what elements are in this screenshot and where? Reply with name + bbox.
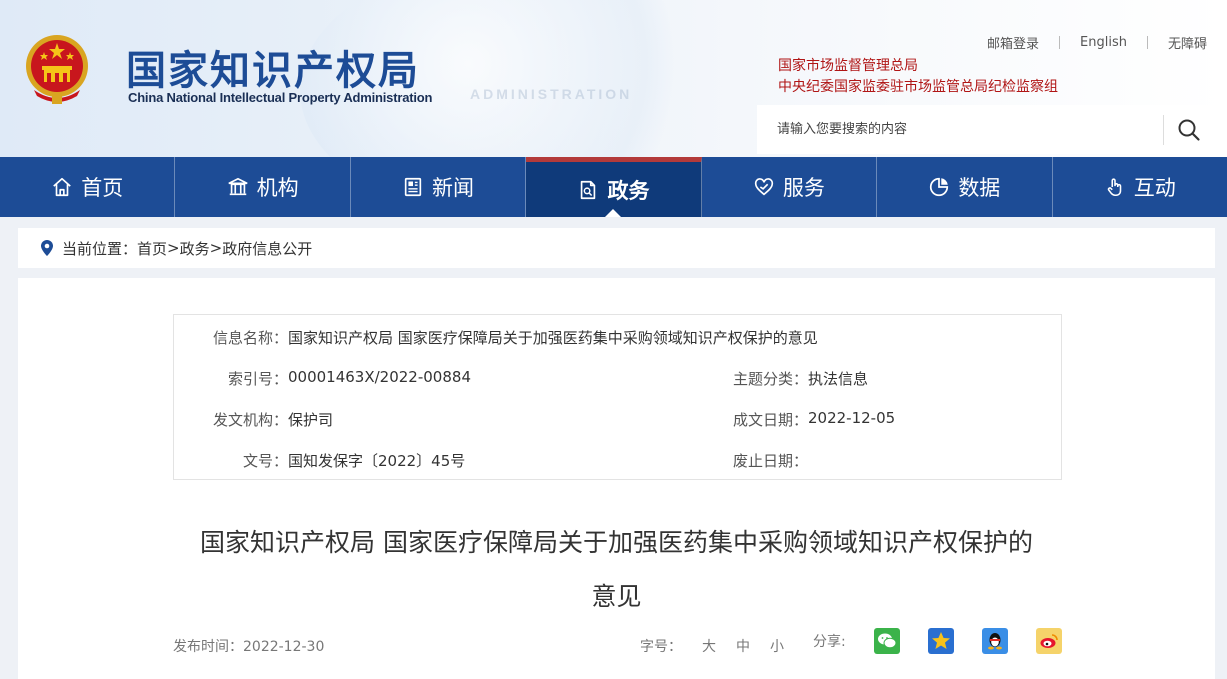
info-value: 2022-12-05 [808, 409, 896, 427]
info-row-date: 成文日期： 2022-12-05 [694, 409, 895, 430]
info-row-issuer: 发文机构： 保护司 [174, 409, 333, 430]
home-icon [53, 177, 72, 197]
discipline-inspection-link[interactable]: 中央纪委国家监委驻市场监管总局纪检监察组 [778, 77, 1058, 98]
info-key: 主题分类： [732, 370, 808, 388]
breadcrumb-separator: > [167, 239, 180, 257]
samr-link[interactable]: 国家市场监督管理总局 [778, 56, 1058, 77]
nav-item-service[interactable]: 服务 [702, 157, 878, 217]
top-links: 邮箱登录 English 无障碍 [977, 33, 1217, 52]
service-icon [754, 178, 773, 196]
nav-item-interaction[interactable]: 互动 [1053, 157, 1227, 217]
info-value: 保护司 [288, 411, 334, 429]
info-row-docno: 文号： 国知发保字〔2022〕45号 [174, 450, 465, 471]
nav-label: 新闻 [432, 176, 475, 200]
info-key: 成文日期： [732, 411, 808, 429]
info-row-expiry: 废止日期： [694, 450, 808, 471]
nav-label: 服务 [782, 176, 825, 200]
nav-item-government-affairs[interactable]: 政务 [526, 157, 702, 217]
article-title: 国家知识产权局 国家医疗保障局关于加强医药集中采购领域知识产权保护的 意见 [18, 516, 1215, 624]
article-title-line: 意见 [591, 582, 642, 611]
search-divider [1163, 115, 1164, 145]
publish-date: 2022-12-30 [243, 639, 325, 655]
info-key: 文号： [242, 452, 288, 470]
info-row-name: 信息名称： 国家知识产权局 国家医疗保障局关于加强医药集中采购领域知识产权保护的… [174, 327, 818, 348]
nav-label: 机构 [256, 176, 299, 200]
national-emblem-icon[interactable] [22, 30, 92, 106]
font-size-small[interactable]: 小 [770, 636, 784, 656]
info-value: 执法信息 [808, 370, 869, 388]
article-title-line: 国家知识产权局 国家医疗保障局关于加强医药集中采购领域知识产权保护的 [200, 528, 1033, 557]
header-deco-text: ADMINISTRATION [470, 86, 633, 102]
document-icon [581, 180, 596, 199]
publish-time: 发布时间：2022-12-30 [173, 636, 324, 656]
qq-penguin-icon [987, 633, 1002, 650]
info-key: 发文机构： [212, 411, 288, 429]
info-value: 国家知识产权局 国家医疗保障局关于加强医药集中采购领域知识产权保护的意见 [288, 329, 818, 347]
weibo-share-button[interactable] [1035, 628, 1062, 654]
breadcrumb-separator: > [209, 239, 223, 257]
interaction-icon [1107, 178, 1122, 197]
org-links: 国家市场监督管理总局 中央纪委国家监委驻市场监管总局纪检监察组 [778, 56, 1058, 98]
wechat-share-button[interactable] [873, 628, 900, 654]
top-link-divider [1146, 36, 1148, 49]
breadcrumb: 当前位置： 首页 > 政务 > 政府信息公开 [18, 228, 1215, 268]
share-label: 分享: [813, 634, 846, 650]
share-bar: 分享: [813, 628, 1062, 654]
data-icon [930, 177, 949, 197]
font-size-large[interactable]: 大 [702, 636, 716, 656]
location-pin-icon [41, 240, 53, 256]
nav-item-home[interactable]: 首页 [0, 157, 176, 217]
nav-item-data[interactable]: 数据 [877, 157, 1053, 217]
qq-share-button[interactable] [981, 628, 1008, 654]
nav-label: 互动 [1133, 176, 1176, 200]
font-size-switcher: 字号： 大 中 小 [640, 636, 804, 656]
accessibility-link[interactable]: 无障碍 [1158, 33, 1217, 52]
breadcrumb-government-affairs[interactable]: 政务 [180, 238, 210, 259]
nav-item-institution[interactable]: 机构 [175, 157, 351, 217]
wechat-icon [877, 633, 897, 649]
breadcrumb-label: 当前位置： [62, 239, 138, 258]
search-box [757, 105, 1217, 154]
site-header: ADMINISTRATION 国家知识产权局 China National In… [0, 0, 1227, 157]
qzone-star-icon [931, 632, 950, 649]
nav-label: 首页 [81, 176, 124, 200]
nav-item-news[interactable]: 新闻 [351, 157, 527, 217]
site-subtitle: China National Intellectual Property Adm… [128, 90, 433, 105]
news-icon [404, 177, 422, 197]
institution-icon [228, 177, 248, 196]
info-key: 索引号： [227, 370, 288, 388]
main-nav: 首页 机构 新闻 政务 服务 数据 互动 [0, 157, 1227, 217]
main-content: 信息名称： 国家知识产权局 国家医疗保障局关于加强医药集中采购领域知识产权保护的… [18, 278, 1215, 679]
article-meta: 发布时间：2022-12-30 字号： 大 中 小 分享: [173, 628, 1062, 656]
nav-label: 政务 [607, 178, 650, 203]
search-icon [1178, 119, 1200, 141]
info-row-topic: 主题分类： 执法信息 [694, 368, 868, 389]
search-input[interactable] [757, 105, 1162, 154]
font-size-label: 字号： [640, 639, 682, 655]
font-size-medium[interactable]: 中 [736, 636, 750, 656]
breadcrumb-info-disclosure[interactable]: 政府信息公开 [222, 238, 312, 259]
mail-login-link[interactable]: 邮箱登录 [977, 33, 1049, 52]
breadcrumb-home[interactable]: 首页 [137, 238, 167, 259]
info-value: 国知发保字〔2022〕45号 [288, 452, 466, 470]
qzone-share-button[interactable] [927, 628, 954, 654]
info-key: 废止日期： [732, 452, 808, 470]
publish-label: 发布时间： [173, 639, 243, 655]
nav-label: 数据 [958, 176, 1001, 200]
info-key: 信息名称： [212, 329, 288, 347]
info-table: 信息名称： 国家知识产权局 国家医疗保障局关于加强医药集中采购领域知识产权保护的… [173, 314, 1062, 480]
info-value: 00001463X/2022-00884 [288, 368, 471, 386]
english-link[interactable]: English [1070, 35, 1137, 50]
top-link-divider [1059, 36, 1061, 49]
site-title[interactable]: 国家知识产权局 [126, 38, 420, 96]
search-button[interactable] [1169, 113, 1209, 147]
weibo-icon [1040, 634, 1058, 648]
info-row-index: 索引号： 00001463X/2022-00884 [174, 368, 471, 389]
